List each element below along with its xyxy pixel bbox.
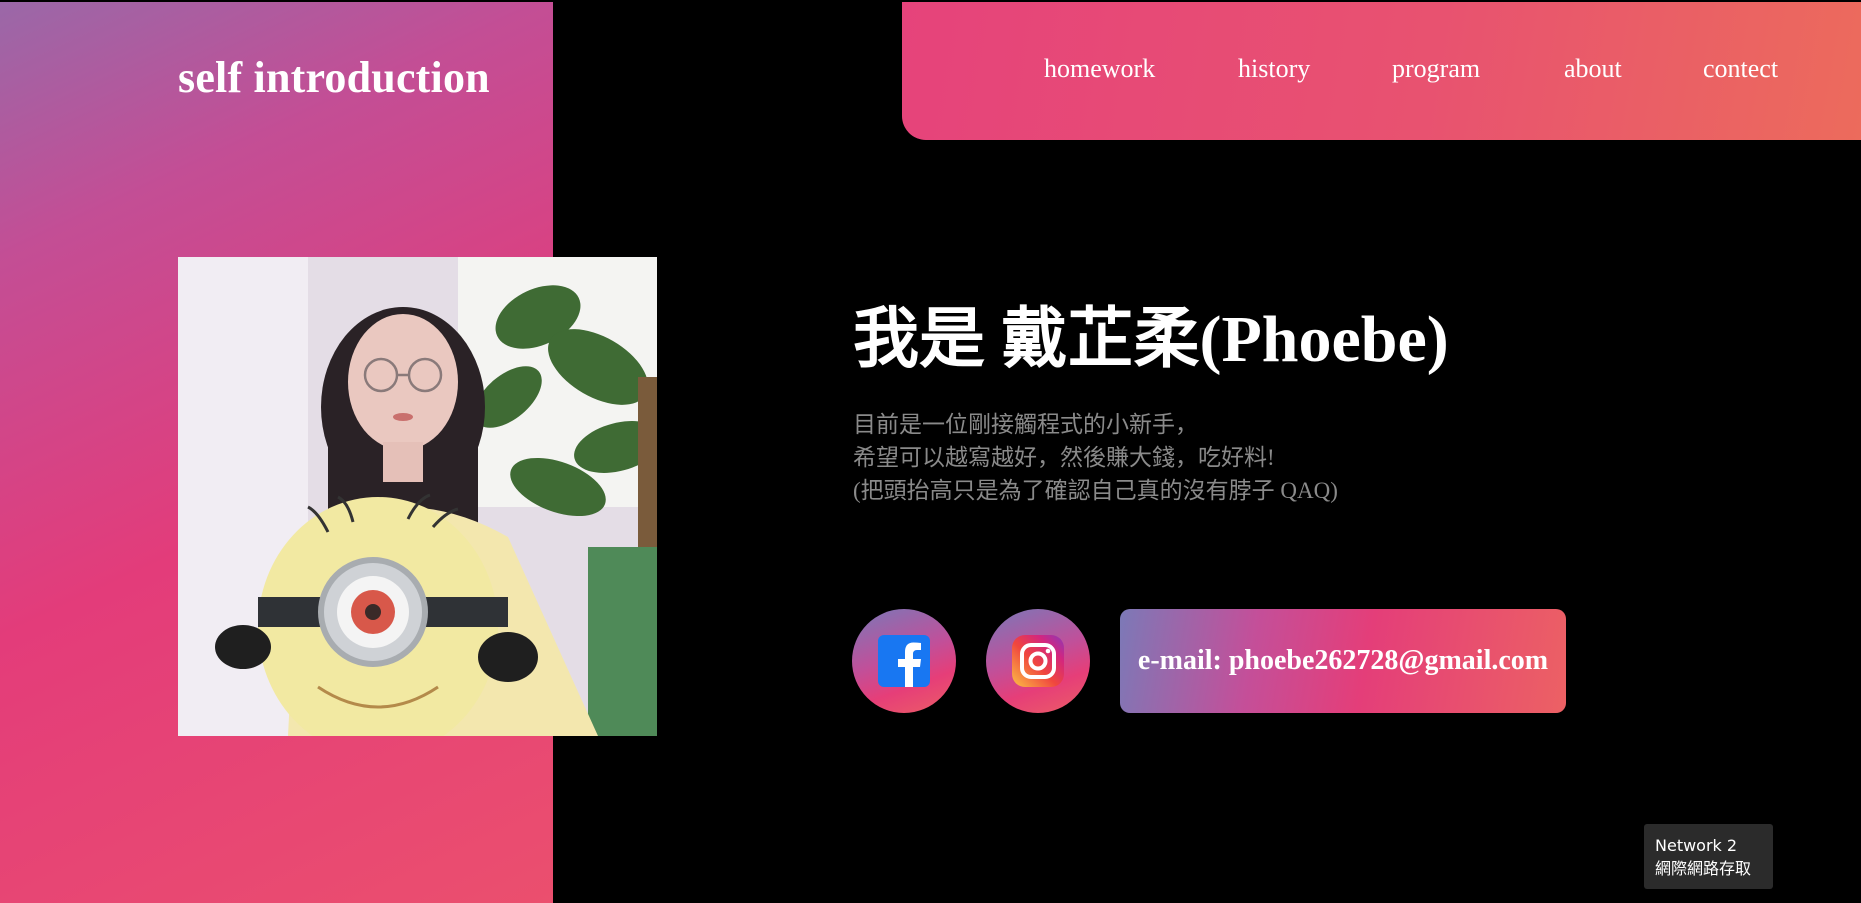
top-nav-bar: homework history program about contect	[902, 2, 1861, 140]
nav-item-about[interactable]: about	[1564, 54, 1622, 84]
facebook-button[interactable]	[852, 609, 956, 713]
nav-item-history[interactable]: history	[1238, 54, 1310, 84]
profile-heading: 我是 戴芷柔(Phoebe)	[853, 303, 1449, 376]
nav-item-contect[interactable]: contect	[1703, 54, 1778, 84]
description-line-2: 希望可以越寫越好，然後賺大錢，吃好料!	[853, 445, 1275, 470]
nav-item-program[interactable]: program	[1392, 54, 1480, 84]
tooltip-line-2: 網際網路存取	[1655, 859, 1752, 878]
profile-photo	[178, 257, 657, 736]
site-title: self introduction	[178, 53, 490, 102]
description-line-1: 目前是一位剛接觸程式的小新手，	[853, 412, 1198, 437]
tooltip-line-1: Network 2	[1655, 836, 1738, 855]
email-label: e-mail: phoebe262728@gmail.com	[1137, 645, 1549, 676]
instagram-button[interactable]	[986, 609, 1090, 713]
profile-description: 目前是一位剛接觸程式的小新手， 希望可以越寫越好，然後賺大錢，吃好料! (把頭抬…	[853, 408, 1453, 507]
profile-photo-illustration	[178, 257, 657, 736]
description-line-3: (把頭抬高只是為了確認自己真的沒有脖子 QAQ)	[853, 478, 1338, 503]
network-tooltip: Network 2 網際網路存取	[1644, 824, 1773, 889]
email-button[interactable]: e-mail: phoebe262728@gmail.com	[1120, 609, 1566, 713]
nav-item-homework[interactable]: homework	[1044, 54, 1155, 84]
facebook-icon	[878, 635, 930, 687]
instagram-icon	[1012, 635, 1064, 687]
